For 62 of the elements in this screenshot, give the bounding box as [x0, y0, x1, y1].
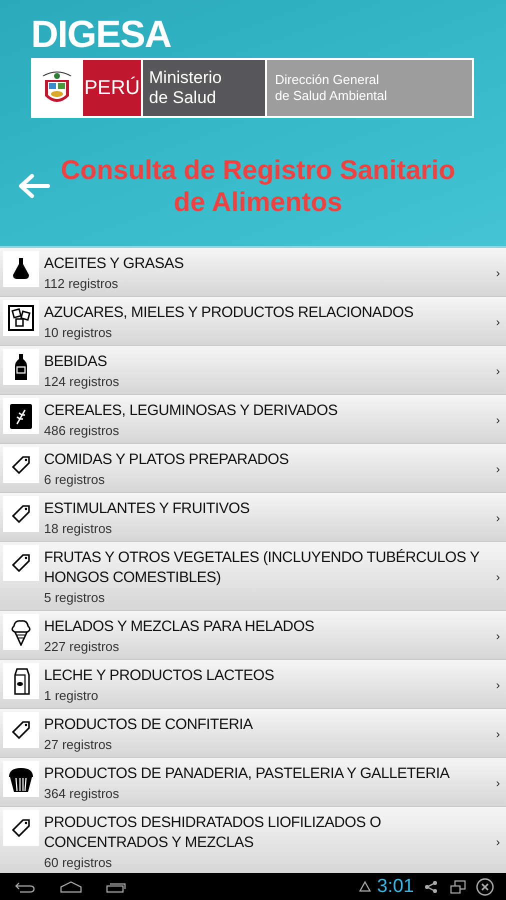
record-count: 124 registros	[44, 373, 120, 391]
home-icon	[60, 880, 82, 892]
clock: 3:01	[377, 876, 414, 896]
category-name: CEREALES, LEGUMINOSAS Y DERIVADOS	[44, 401, 339, 421]
chevron-icon: ›	[496, 774, 502, 792]
chevron-icon: ›	[496, 724, 502, 742]
chevron-icon: ›	[496, 460, 502, 478]
category-name: HELADOS Y MEZCLAS PARA HELADOS	[44, 617, 316, 637]
directorate-label: Dirección General de Salud Ambiental	[267, 60, 472, 116]
category-item[interactable]: ESTIMULANTES Y FRUITIVOS 18 registros ›	[0, 493, 506, 542]
category-item[interactable]: COMIDAS Y PLATOS PREPARADOS 6 registros ›	[0, 444, 506, 493]
category-name: COMIDAS Y PLATOS PREPARADOS	[44, 450, 290, 470]
record-count: 1 registro	[44, 687, 100, 705]
chevron-icon: ›	[496, 626, 502, 644]
recents-icon	[106, 880, 128, 892]
record-count: 18 registros	[44, 520, 113, 538]
category-item[interactable]: FRUTAS Y OTROS VEGETALES (INCLUYENDO TUBÉRCULOS Y HONGOS COMESTIBLES) 5 registros ›	[0, 542, 506, 611]
page-title: Consulta de Registro Sanitario de Alimentos	[60, 154, 456, 218]
category-name: PRODUCTOS DE CONFITERIA	[44, 715, 254, 735]
record-count: 112 registros	[44, 275, 120, 293]
record-count: 486 registros	[44, 422, 120, 440]
record-count: 6 registros	[44, 471, 106, 489]
chevron-icon: ›	[496, 676, 502, 694]
chevron-icon: ›	[496, 312, 502, 330]
category-item[interactable]: PRODUCTOS DE PANADERIA, PASTELERIA Y GALLETERIA 364 registros ›	[0, 758, 506, 807]
windows-icon	[450, 880, 466, 894]
category-name: BEBIDAS	[44, 352, 108, 372]
back-icon	[14, 880, 36, 892]
category-name: FRUTAS Y OTROS VEGETALES (INCLUYENDO TUBÉRCULOS Y HONGOS COMESTIBLES)	[44, 548, 480, 588]
chevron-icon: ›	[496, 362, 502, 380]
chevron-icon: ›	[496, 568, 502, 586]
country-label: PERÚ	[83, 60, 141, 116]
record-count: 364 registros	[44, 785, 120, 803]
record-count: 60 registros	[44, 854, 113, 872]
category-name: AZUCARES, MIELES Y PRODUCTOS RELACIONADOS	[44, 303, 414, 323]
warning-icon	[359, 881, 372, 892]
record-count: 10 registros	[44, 324, 113, 342]
chevron-icon: ›	[496, 832, 502, 850]
share-icon	[424, 880, 438, 894]
category-item[interactable]: HELADOS Y MEZCLAS PARA HELADOS 227 registros ›	[0, 611, 506, 660]
category-name: LECHE Y PRODUCTOS LACTEOS	[44, 666, 276, 686]
record-count: 5 registros	[44, 589, 106, 607]
category-item[interactable]: PRODUCTOS DESHIDRATADOS LIOFILIZADOS O CONCENTRADOS Y MEZCLAS 60 registros ›	[0, 807, 506, 873]
chevron-icon: ›	[496, 264, 502, 282]
category-name: PRODUCTOS DE PANADERIA, PASTELERIA Y GALLETERIA	[44, 764, 451, 784]
back-arrow-icon	[17, 172, 51, 200]
record-count: 227 registros	[44, 638, 120, 656]
category-item[interactable]: ACEITES Y GRASAS 112 registros ›	[0, 248, 506, 297]
record-count: 27 registros	[44, 736, 113, 754]
category-item[interactable]: BEBIDAS 124 registros ›	[0, 346, 506, 395]
category-item[interactable]: AZUCARES, MIELES Y PRODUCTOS RELACIONADOS 10 registros ›	[0, 297, 506, 346]
category-item[interactable]: CEREALES, LEGUMINOSAS Y DERIVADOS 486 registros ›	[0, 395, 506, 444]
brand-name: DIGESA	[31, 14, 172, 56]
chevron-icon: ›	[496, 508, 502, 526]
close-icon[interactable]	[476, 878, 494, 896]
chevron-icon: ›	[496, 410, 502, 428]
category-item[interactable]: LECHE Y PRODUCTOS LACTEOS 1 registro ›	[0, 660, 506, 709]
category-name: ESTIMULANTES Y FRUITIVOS	[44, 499, 251, 519]
category-name: PRODUCTOS DESHIDRATADOS LIOFILIZADOS O CONCENTRADOS Y MEZCLAS	[44, 813, 382, 853]
category-item[interactable]: PRODUCTOS DE CONFITERIA 27 registros ›	[0, 709, 506, 758]
ministry-label: Ministerio de Salud	[143, 60, 265, 116]
category-name: ACEITES Y GRASAS	[44, 254, 185, 274]
